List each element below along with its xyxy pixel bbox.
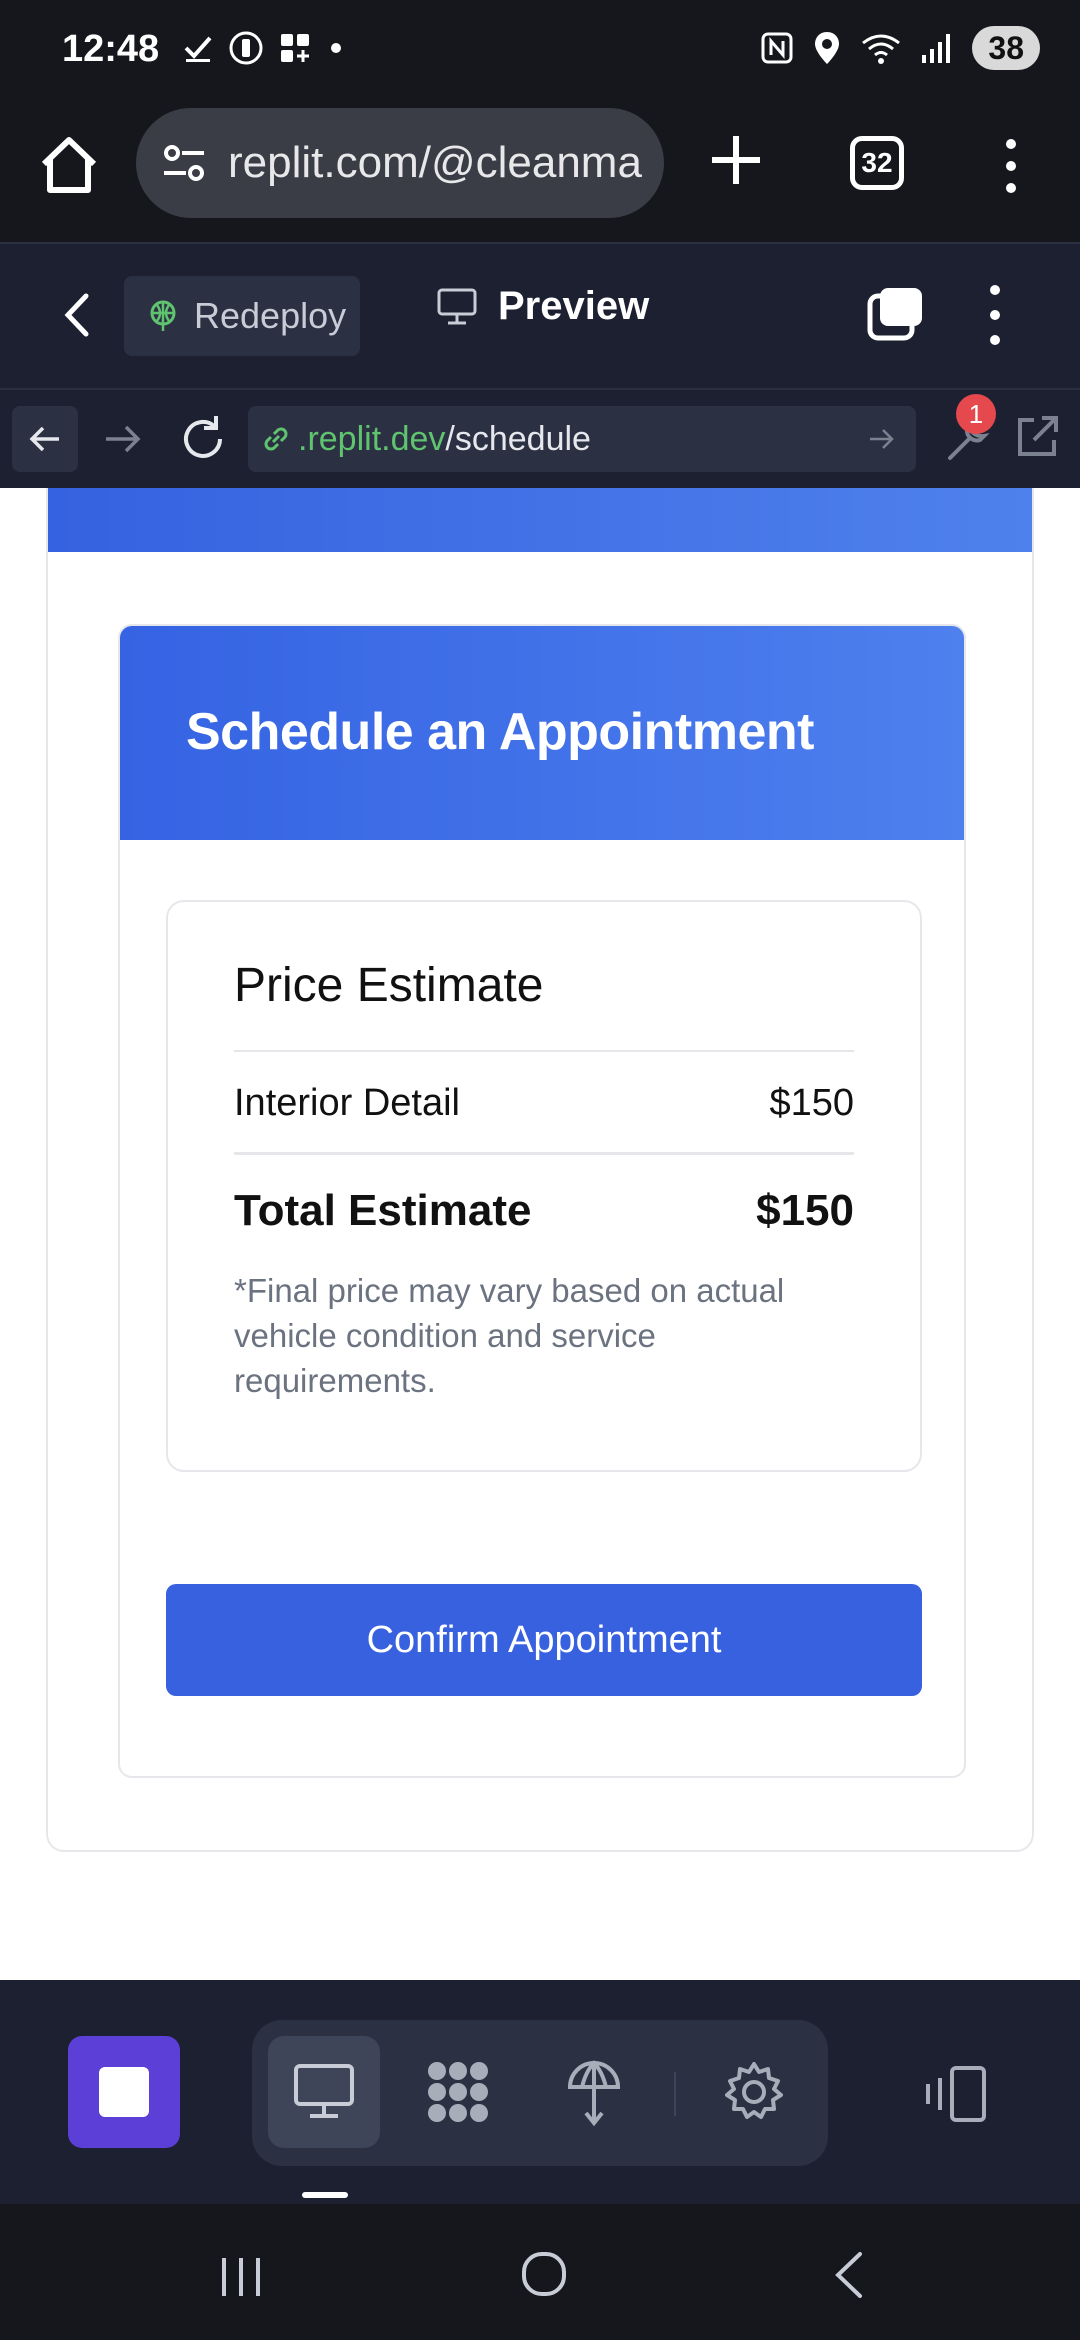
preview-label: Preview [498, 284, 650, 328]
badge-count: 1 [968, 398, 984, 429]
grid-dots-icon [428, 2062, 488, 2122]
divider [234, 1152, 854, 1155]
active-tab-indicator [302, 2192, 348, 2198]
browser-url-bar[interactable]: replit.com/@cleanma [136, 108, 664, 218]
preview-tab[interactable]: Preview [436, 284, 649, 329]
open-external-icon[interactable] [1012, 412, 1062, 462]
gear-icon [725, 2062, 783, 2119]
service-price: $150 [769, 1082, 854, 1124]
home-icon[interactable] [36, 132, 102, 198]
browser-menu-icon[interactable] [996, 136, 1026, 196]
tab-switcher-button[interactable]: 32 [850, 136, 904, 190]
widgets-icon [281, 34, 309, 62]
confirm-appointment-button[interactable]: Confirm Appointment [166, 1584, 922, 1696]
recent-apps-icon[interactable] [218, 2254, 264, 2300]
preview-url-path: /schedule [445, 419, 591, 458]
nfc-icon [761, 32, 793, 64]
tab-count: 32 [861, 147, 893, 178]
preview-url-field[interactable]: .replit.dev/schedule [248, 406, 916, 472]
arrow-left-icon [29, 426, 59, 452]
page-header-band [48, 488, 1032, 552]
site-settings-icon[interactable] [160, 139, 208, 187]
page-card: Schedule an Appointment Price Estimate I… [46, 488, 1034, 1852]
home-circle-icon[interactable] [520, 2250, 568, 2298]
monitor-icon [437, 288, 477, 324]
stop-icon [99, 2067, 149, 2117]
webpage-viewport: Schedule an Appointment Price Estimate I… [0, 488, 1080, 1980]
dot-icon [331, 43, 341, 53]
divider [674, 2072, 676, 2116]
tool-workspace[interactable] [402, 2036, 514, 2148]
signal-icon [922, 34, 951, 63]
browser-url-text: replit.com/@cleanma [228, 138, 642, 187]
replit-toolbar: Redeploy Preview [0, 242, 1080, 388]
tool-settings[interactable] [698, 2036, 810, 2148]
android-navigation-bar [0, 2204, 1080, 2340]
stop-button[interactable] [68, 2036, 180, 2148]
schedule-card: Schedule an Appointment Price Estimate I… [118, 624, 966, 1778]
link-icon [264, 427, 288, 451]
status-time: 12:48 [62, 28, 160, 70]
service-label: Interior Detail [234, 1082, 460, 1124]
console-error-badge: 1 [956, 394, 996, 434]
deploy-icon [567, 2060, 621, 2127]
price-estimate-title: Price Estimate [234, 959, 544, 1012]
preview-url-domain: .replit.dev [298, 419, 446, 458]
reload-icon[interactable] [176, 412, 230, 466]
redeploy-button[interactable]: Redeploy [124, 276, 360, 356]
app-notification-icon [229, 31, 263, 65]
tool-group [252, 2020, 828, 2166]
total-row: Total Estimate $150 [234, 1186, 854, 1236]
chevron-left-icon[interactable] [58, 290, 98, 340]
tool-preview[interactable] [268, 2036, 380, 2148]
price-estimate-panel: Price Estimate Interior Detail $150 Tota… [166, 900, 922, 1472]
page-title: Schedule an Appointment [186, 703, 814, 761]
monitor-icon [294, 2064, 354, 2118]
preview-address-bar: .replit.dev/schedule 1 [0, 388, 1080, 488]
preview-back-button[interactable] [12, 406, 78, 472]
divider [234, 1050, 854, 1052]
battery-level: 38 [988, 29, 1024, 66]
layers-icon[interactable] [866, 284, 926, 344]
devices-icon[interactable] [920, 2064, 992, 2124]
arrow-right-icon[interactable] [100, 416, 146, 462]
wifi-icon [862, 34, 901, 64]
go-arrow-icon[interactable] [866, 424, 896, 454]
deploy-icon [150, 300, 176, 331]
total-label: Total Estimate [234, 1186, 532, 1235]
notification-icons [182, 30, 346, 66]
check-icon [184, 36, 212, 62]
status-bar: 12:48 38 [0, 0, 1080, 100]
location-icon [815, 32, 840, 64]
browser-toolbar: replit.com/@cleanma 32 [0, 100, 1080, 242]
tool-deploy[interactable] [538, 2036, 650, 2148]
back-icon[interactable] [830, 2250, 866, 2300]
more-options-icon[interactable] [980, 280, 1010, 350]
new-tab-icon[interactable] [706, 130, 766, 190]
battery-indicator: 38 [972, 26, 1040, 70]
schedule-header: Schedule an Appointment [120, 626, 964, 840]
price-disclaimer: *Final price may vary based on actual ve… [234, 1272, 785, 1399]
total-value: $150 [756, 1186, 854, 1235]
replit-bottom-bar [0, 1980, 1080, 2204]
redeploy-label: Redeploy [194, 295, 347, 336]
list-item: Interior Detail $150 [234, 1082, 854, 1125]
